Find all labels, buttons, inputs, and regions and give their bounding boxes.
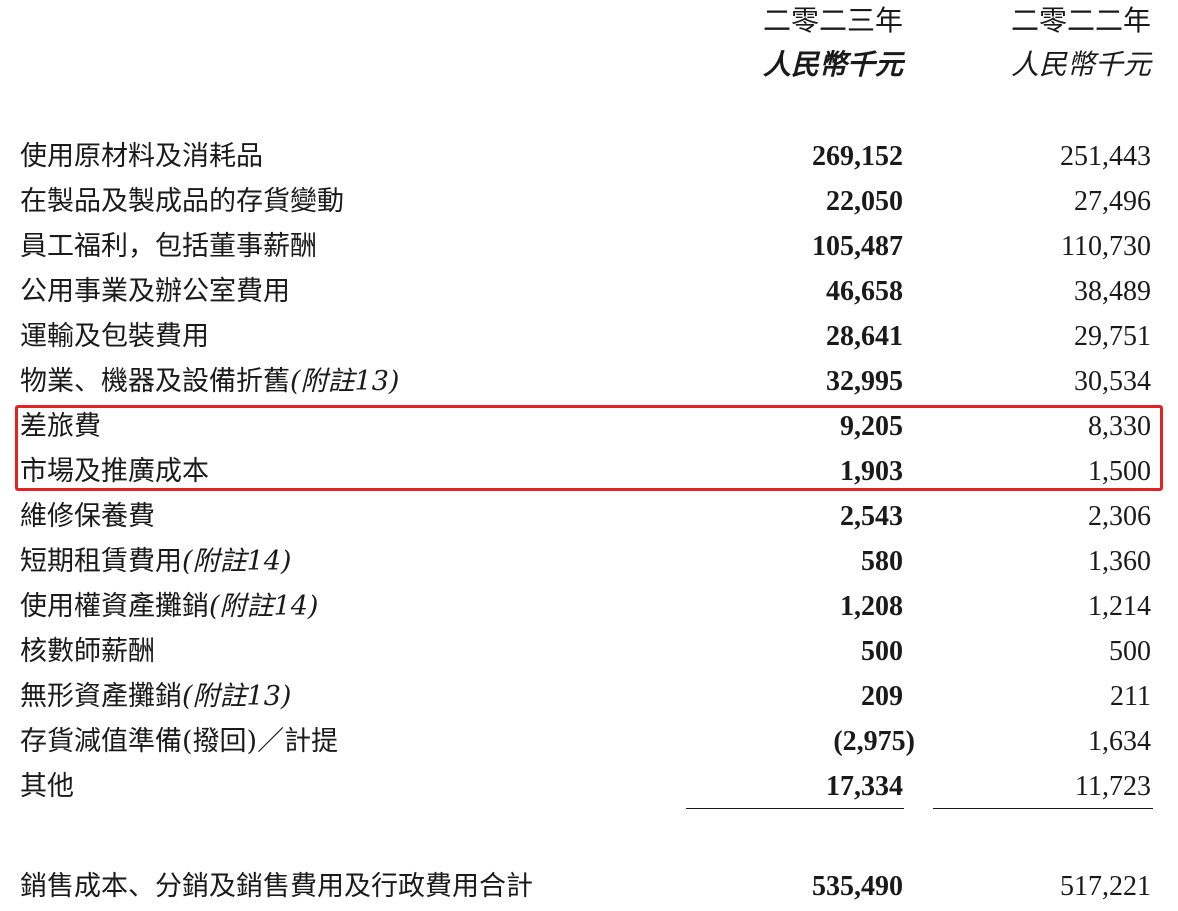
value-2022: 1,634 [1088, 726, 1151, 757]
column-header-year-2022: 二零二二年 [1010, 4, 1151, 37]
value-2022: 251,443 [1060, 141, 1151, 172]
row-label: 員工福利，包括董事薪酬 [20, 224, 317, 269]
row-note: (附註14) [209, 591, 319, 622]
value-2023: 46,658 [826, 276, 903, 307]
value-2022: 1,214 [1088, 591, 1151, 622]
table-row: 無形資產攤銷(附註13) 209 211 [0, 674, 1178, 719]
row-note: (附註14) [182, 546, 292, 577]
row-label: 短期租賃費用(附註14) [20, 539, 291, 584]
row-note: (附註13) [182, 681, 292, 712]
table-row: 公用事業及辦公室費用 46,658 38,489 [0, 269, 1178, 314]
value-2023: 209 [861, 681, 903, 712]
total-label: 銷售成本、分銷及銷售費用及行政費用合計 [20, 871, 533, 902]
value-2023: 32,995 [826, 366, 903, 397]
row-label: 無形資產攤銷(附註13) [20, 674, 291, 719]
value-2023: 2,543 [840, 501, 903, 532]
table-row: 在製品及製成品的存貨變動 22,050 27,496 [0, 179, 1178, 224]
row-note: (附註13) [290, 366, 400, 397]
table-row: 維修保養費 2,543 2,306 [0, 494, 1178, 539]
row-label-text: 存貨減值準備(撥回)／計提 [20, 726, 339, 757]
row-label: 運輸及包裝費用 [20, 314, 209, 359]
row-label: 存貨減值準備(撥回)／計提 [20, 719, 338, 764]
value-2022: 38,489 [1074, 276, 1151, 307]
value-2022: 29,751 [1074, 321, 1151, 352]
total-value-2023: 535,490 [812, 871, 903, 902]
value-2023: 28,641 [826, 321, 903, 352]
table-row: 核數師薪酬 500 500 [0, 629, 1178, 674]
table-row: 使用權資產攤銷(附註14) 1,208 1,214 [0, 584, 1178, 629]
total-value-2022: 517,221 [1060, 871, 1151, 902]
row-label-text: 運輸及包裝費用 [20, 321, 209, 352]
value-2023: 500 [861, 636, 903, 667]
value-2023: 22,050 [826, 186, 903, 217]
table-row: 其他 17,334 11,723 [0, 764, 1178, 809]
table-row: 存貨減值準備(撥回)／計提 (2,975) 1,634 [0, 719, 1178, 764]
table-row: 員工福利，包括董事薪酬 105,487 110,730 [0, 224, 1178, 269]
row-label-text: 無形資產攤銷 [20, 681, 182, 712]
row-label-text: 物業、機器及設備折舊 [20, 366, 290, 397]
row-label-text: 核數師薪酬 [20, 636, 155, 667]
table-row: 短期租賃費用(附註14) 580 1,360 [0, 539, 1178, 584]
row-label: 公用事業及辦公室費用 [20, 269, 290, 314]
row-label: 使用權資產攤銷(附註14) [20, 584, 318, 629]
total-row: 銷售成本、分銷及銷售費用及行政費用合計 535,490 517,221 [0, 864, 1178, 909]
value-2023: 105,487 [812, 231, 903, 262]
value-2023: 1,208 [840, 591, 903, 622]
row-label-text: 短期租賃費用 [20, 546, 182, 577]
row-label-text: 使用原材料及消耗品 [20, 141, 263, 172]
value-2023: 17,334 [826, 771, 903, 802]
column-header-year-2023: 二零二三年 [762, 4, 903, 37]
row-label: 其他 [20, 764, 74, 809]
row-label-text: 使用權資產攤銷 [20, 591, 209, 622]
value-2023: 580 [861, 546, 903, 577]
value-2022: 110,730 [1061, 231, 1151, 262]
subtotal-rule-2022 [933, 808, 1153, 809]
value-2023: (2,975) [833, 726, 915, 757]
row-label: 核數師薪酬 [20, 629, 155, 674]
column-header-unit-2022: 人民幣千元 [1010, 48, 1151, 81]
row-label: 使用原材料及消耗品 [20, 134, 263, 179]
value-2023: 269,152 [812, 141, 903, 172]
row-label-text: 在製品及製成品的存貨變動 [20, 186, 344, 217]
value-2022: 500 [1109, 636, 1151, 667]
value-2022: 211 [1110, 681, 1151, 712]
value-2022: 30,534 [1074, 366, 1151, 397]
highlight-box [15, 405, 1163, 491]
row-label: 物業、機器及設備折舊(附註13) [20, 359, 399, 404]
column-header-unit-2023: 人民幣千元 [762, 48, 903, 81]
row-label-text: 維修保養費 [20, 501, 155, 532]
table-row: 使用原材料及消耗品 269,152 251,443 [0, 134, 1178, 179]
value-2022: 2,306 [1088, 501, 1151, 532]
value-2022: 11,723 [1075, 771, 1151, 802]
row-label-text: 公用事業及辦公室費用 [20, 276, 290, 307]
row-label: 維修保養費 [20, 494, 155, 539]
table-row: 物業、機器及設備折舊(附註13) 32,995 30,534 [0, 359, 1178, 404]
subtotal-rule-2023 [686, 808, 904, 809]
value-2022: 1,360 [1088, 546, 1151, 577]
row-label: 在製品及製成品的存貨變動 [20, 179, 344, 224]
table-row: 運輸及包裝費用 28,641 29,751 [0, 314, 1178, 359]
value-2022: 27,496 [1074, 186, 1151, 217]
row-label-text: 員工福利，包括董事薪酬 [20, 231, 317, 262]
row-label-text: 其他 [20, 771, 74, 802]
